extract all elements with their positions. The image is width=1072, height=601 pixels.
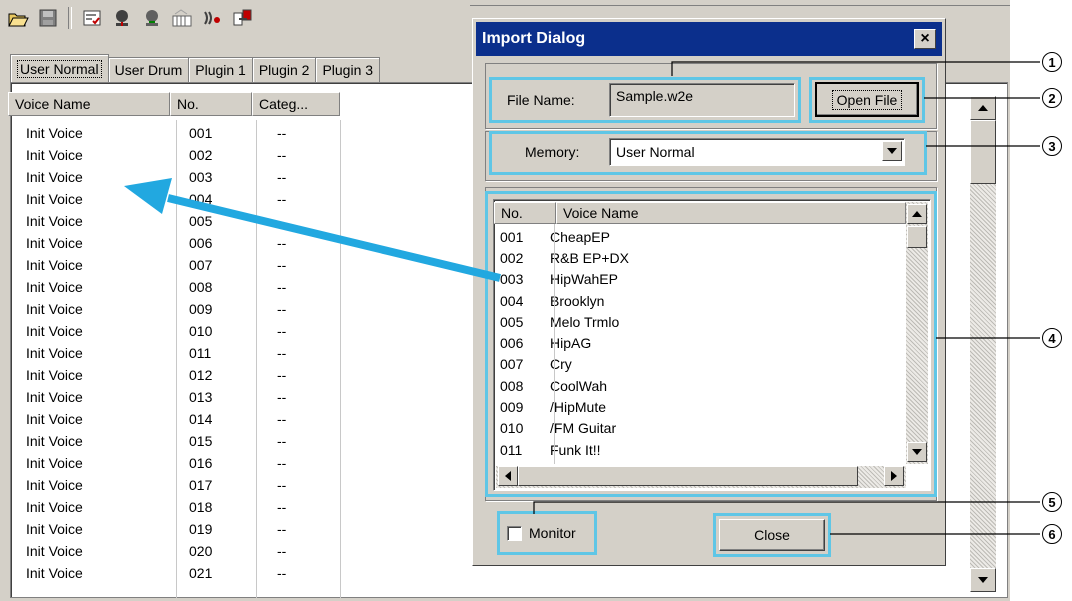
- callout-6: 6: [1042, 524, 1062, 544]
- callout-3: 3: [1042, 136, 1062, 156]
- tab-label: User Normal: [17, 59, 102, 78]
- annotation-layer: [124, 61, 1040, 535]
- callout-line-1: [671, 61, 1040, 76]
- tab-user-normal[interactable]: User Normal: [10, 54, 109, 82]
- callout-5: 5: [1042, 492, 1062, 512]
- callout-1: 1: [1042, 52, 1062, 72]
- import-arrow-head: [124, 178, 172, 214]
- callout-2: 2: [1042, 88, 1062, 108]
- callout-4: 4: [1042, 328, 1062, 348]
- callout-line-5: [533, 501, 1040, 514]
- import-arrow-shaft: [167, 194, 501, 282]
